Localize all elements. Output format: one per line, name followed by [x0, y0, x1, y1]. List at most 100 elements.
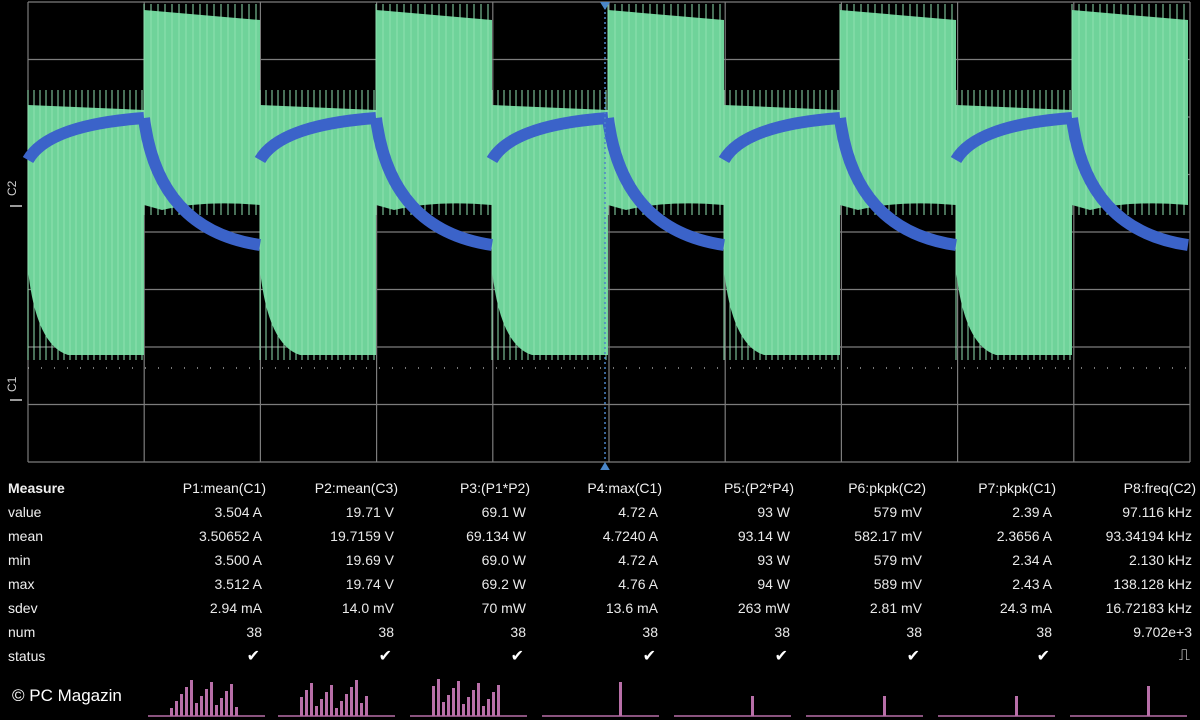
column-header-p8[interactable]: P8:freq(C2): [1060, 476, 1200, 500]
measure-cell: 93.14 W: [737, 528, 790, 544]
measure-cell: 4.72 A: [618, 504, 658, 520]
measure-cell: 582.17 mV: [854, 528, 922, 544]
measure-cell: 2.81 mV: [869, 600, 922, 616]
waveform-plot: C2 C1: [5, 1, 1191, 470]
measure-cell: 2.39 A: [1012, 504, 1052, 520]
column-header-p5[interactable]: P5:(P2*P4): [666, 476, 798, 500]
histogram-bar: [457, 681, 460, 716]
measure-cell: 94 W: [757, 576, 790, 592]
histogram-bar: [225, 691, 228, 716]
measure-cell: 3.500 A: [214, 552, 263, 568]
histogram-bar: [190, 680, 193, 716]
channel-label-c2: C2: [5, 180, 19, 196]
measure-cell: 2.94 mA: [209, 600, 262, 616]
histogram-bar: [487, 699, 490, 716]
row-label: sdev: [8, 600, 38, 616]
measure-cell: 69.134 W: [466, 528, 526, 544]
histogram-bar: [619, 682, 622, 716]
measure-cell: 69.2 W: [481, 576, 526, 592]
measure-cell: 579 mV: [873, 552, 922, 568]
measure-cell: 2.43 A: [1012, 576, 1052, 592]
histogram-bar: [320, 699, 323, 716]
measure-cell: 4.72 A: [618, 552, 658, 568]
measure-cell: 3.504 A: [214, 504, 263, 520]
measure-cell: 93 W: [757, 504, 790, 520]
column-header-p4[interactable]: P4:max(C1): [534, 476, 666, 500]
row-label: num: [8, 624, 36, 640]
histogram-bar: [300, 697, 303, 716]
measure-cell: 97.116 kHz: [1122, 504, 1192, 520]
row-label: mean: [8, 528, 44, 544]
histogram-bar: [335, 708, 338, 716]
measurement-table: Measure P1:mean(C1) P2:mean(C3) P3:(P1*P…: [0, 476, 1200, 668]
measure-cell: 19.69 V: [345, 552, 394, 568]
measure-cell: 19.71 V: [345, 504, 394, 520]
histogram-bar: [477, 683, 480, 716]
measure-cell: 19.7159 V: [330, 528, 394, 544]
measure-cell: 38: [378, 624, 394, 640]
histogram-bar: [230, 684, 233, 716]
measure-cell: 69.1 W: [481, 504, 526, 520]
measure-cell: 38: [642, 624, 658, 640]
measure-cell: 589 mV: [873, 576, 922, 592]
measure-cell: 138.128 kHz: [1113, 576, 1192, 592]
histogram-bar: [472, 690, 475, 716]
histogram-bar: [185, 687, 188, 716]
measure-row-num: num 38 38 38 38 38 38 38 9.702e+3: [0, 620, 1200, 644]
measure-cell: 93 W: [757, 552, 790, 568]
trigger-marker-icon[interactable]: [599, 462, 611, 470]
measure-cell: 2.3656 A: [996, 528, 1052, 544]
column-header-p3[interactable]: P3:(P1*P2): [402, 476, 534, 500]
histogram-bar: [305, 690, 308, 716]
histogram-bar: [350, 687, 353, 716]
column-header-p7[interactable]: P7:pkpk(C1): [930, 476, 1060, 500]
measure-cell: 263 mW: [737, 600, 790, 616]
histogram-bar: [482, 706, 485, 716]
column-header-p6[interactable]: P6:pkpk(C2): [798, 476, 930, 500]
column-header-p2[interactable]: P2:mean(C3): [270, 476, 402, 500]
histogram-bar: [492, 692, 495, 716]
histogram-bar: [345, 694, 348, 716]
watermark-text: © PC Magazin: [12, 686, 122, 705]
histogram-bar: [365, 696, 368, 716]
histogram-bar: [330, 685, 333, 716]
histogram-bar: [751, 696, 754, 716]
measure-cell: 38: [774, 624, 790, 640]
histogram-bar: [200, 696, 203, 716]
measure-cell: 579 mV: [873, 504, 922, 520]
histogram-bar: [175, 701, 178, 716]
histogram-bar: [1015, 696, 1018, 716]
histogram-bar: [340, 701, 343, 716]
measure-row-sdev: sdev 2.94 mA 14.0 mV 70 mW 13.6 mA 263 mW 2.81…: [0, 596, 1200, 620]
green-trace-c2: [27, 4, 1188, 360]
histogram-bar: [310, 683, 313, 716]
measure-cell: 38: [510, 624, 526, 640]
oscilloscope-display: C2 C1: [0, 0, 1200, 470]
histogram-bar: [355, 680, 358, 716]
histogram-bar: [883, 696, 886, 716]
measure-row-min: min 3.500 A 19.69 V 69.0 W 4.72 A 93 W 579 mV 2…: [0, 548, 1200, 572]
measure-cell: 13.6 mA: [605, 600, 658, 616]
histogram-bar: [195, 703, 198, 716]
histogram-bar: [360, 703, 363, 716]
histogram-bar: [452, 688, 455, 716]
measure-cell: 69.0 W: [481, 552, 526, 568]
histogram-bar: [170, 708, 173, 716]
measure-cell: 2.34 A: [1012, 552, 1052, 568]
histogram-bar: [497, 685, 500, 716]
measure-header-label: Measure: [8, 480, 65, 496]
row-label: min: [8, 552, 31, 568]
measure-cell: 38: [246, 624, 262, 640]
column-header-p1[interactable]: P1:mean(C1): [140, 476, 270, 500]
measure-cell: 2.130 kHz: [1128, 552, 1192, 568]
histogram-bar: [467, 697, 470, 716]
measure-row-value: value 3.504 A 19.71 V 69.1 W 4.72 A 93 W 579 m…: [0, 500, 1200, 524]
histogram-bar: [437, 679, 440, 716]
histogram-bar: [235, 707, 238, 716]
row-label: max: [8, 576, 35, 592]
histogram-bar: [325, 692, 328, 716]
measure-cell: 4.76 A: [618, 576, 658, 592]
histogram-bar: [205, 689, 208, 716]
measure-cell: 16.72183 kHz: [1105, 600, 1192, 616]
measure-cell: 3.50652 A: [198, 528, 262, 544]
